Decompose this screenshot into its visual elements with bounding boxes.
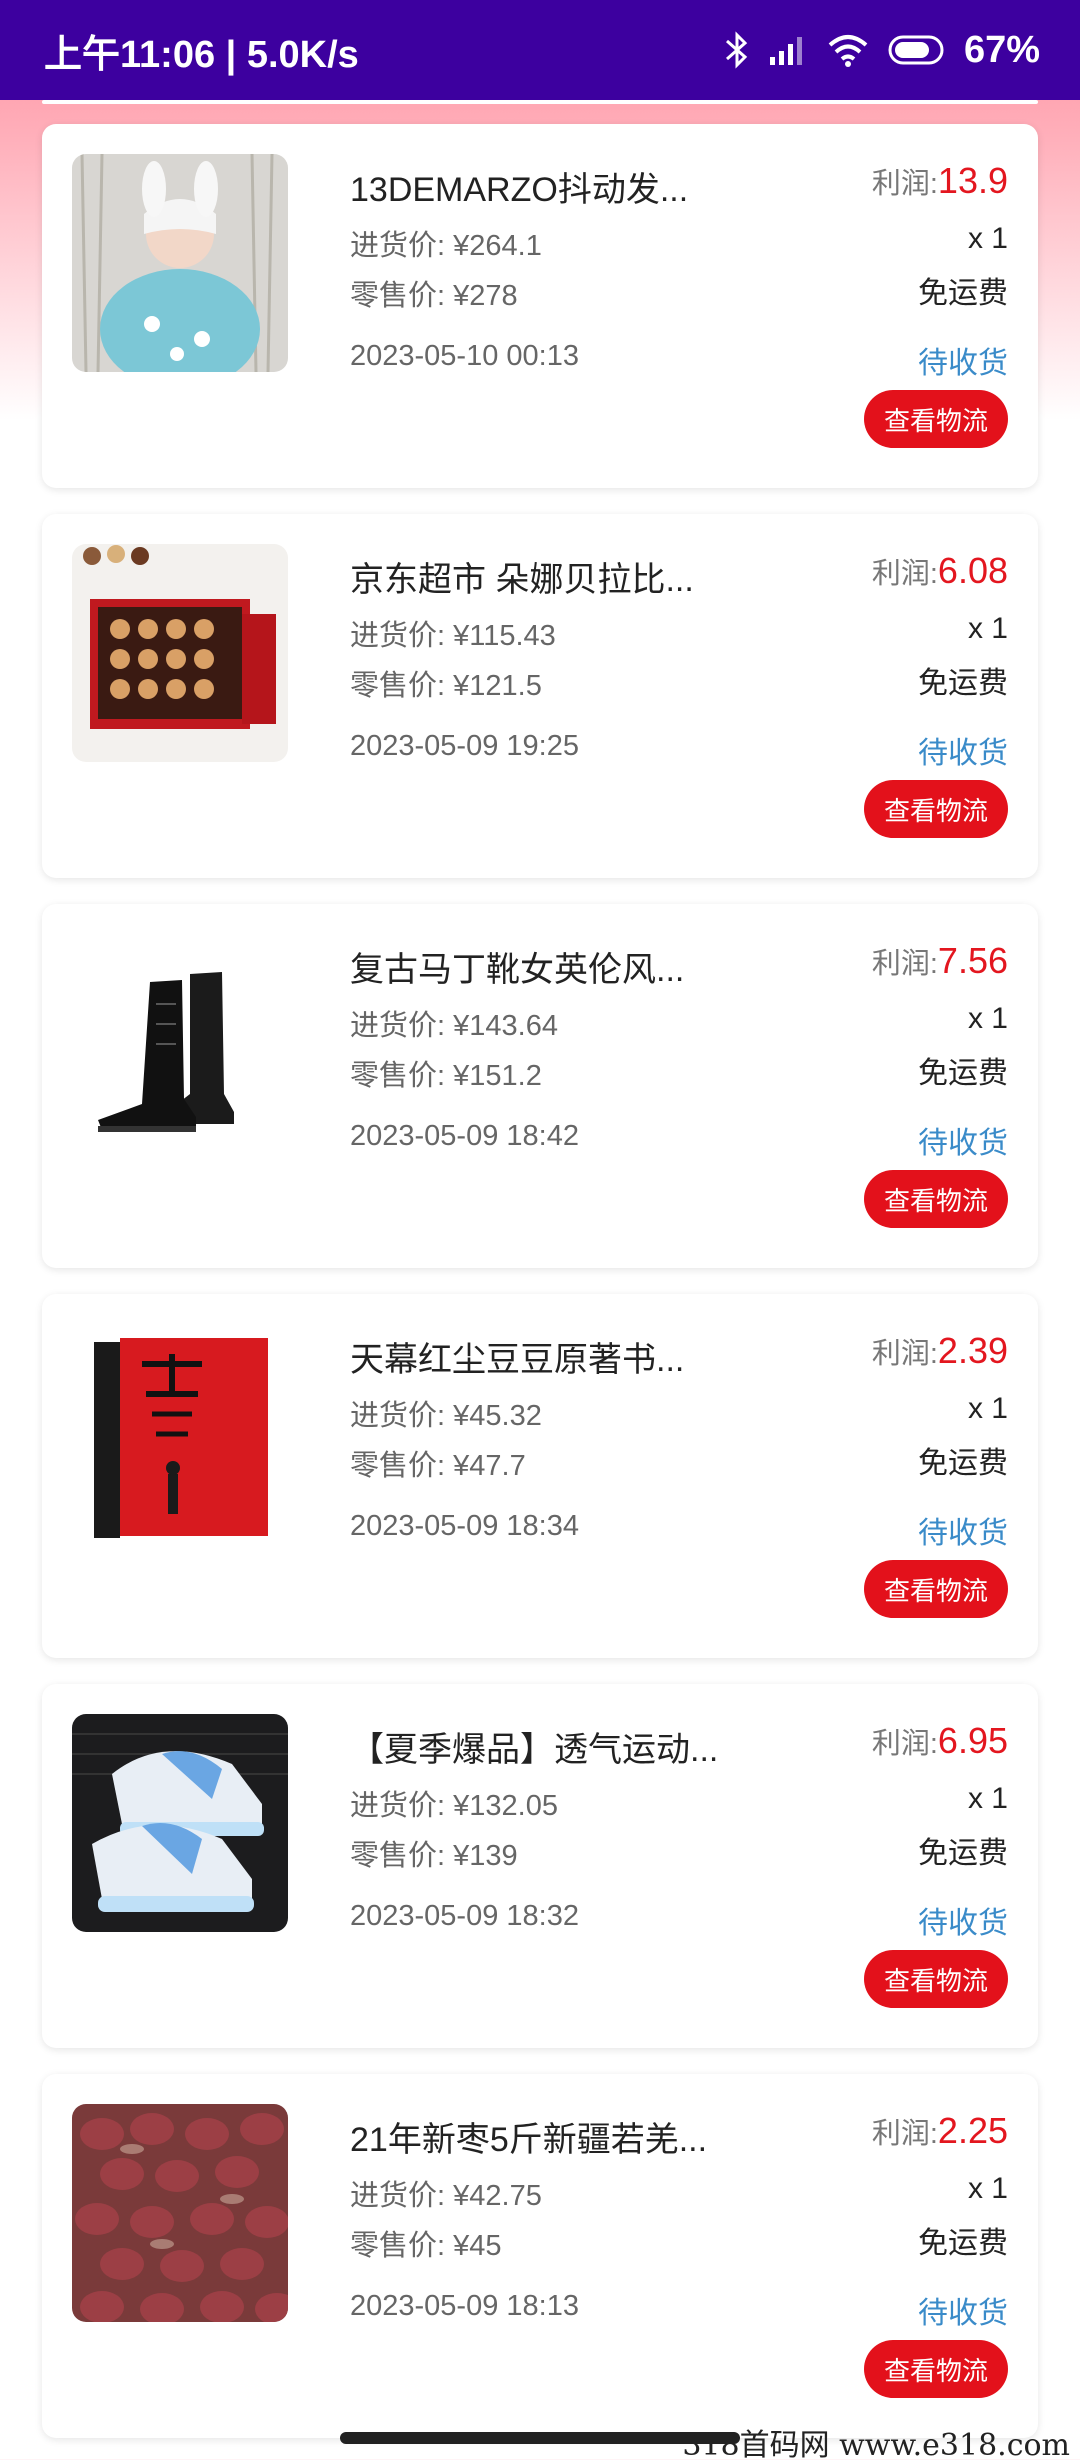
cost-price: 进货价: ¥45.32 [350, 1400, 542, 1432]
profit: 利润:6.08 [871, 550, 1008, 591]
gesture-nav-bar[interactable] [340, 2432, 740, 2444]
profit: 利润:2.39 [871, 1330, 1008, 1371]
retail-price: 零售价: ¥121.5 [350, 670, 542, 702]
shipping-label: 免运费 [918, 277, 1008, 310]
retail-price: 零售价: ¥45 [350, 2230, 502, 2262]
product-image[interactable] [72, 1714, 288, 1932]
product-image[interactable] [72, 1324, 288, 1542]
view-logistics-button[interactable]: 查看物流 [864, 1560, 1008, 1618]
product-image[interactable] [72, 544, 288, 762]
order-card[interactable]: 京东超市 朵娜贝拉比... 进货价: ¥115.43 零售价: ¥121.5 2… [42, 514, 1038, 878]
cost-price: 进货价: ¥132.05 [350, 1790, 558, 1822]
cost-price: 进货价: ¥115.43 [350, 620, 556, 652]
shipping-label: 免运费 [918, 1057, 1008, 1090]
status-bar: 上午11:06 | 5.0K/s 67% [0, 0, 1080, 100]
retail-price: 零售价: ¥139 [350, 1840, 518, 1872]
order-status: 待收货 [918, 2297, 1008, 2330]
product-image[interactable] [72, 2104, 288, 2322]
cost-price: 进货价: ¥264.1 [350, 230, 542, 262]
profit: 利润:13.9 [871, 160, 1008, 201]
quantity: x 1 [967, 222, 1008, 255]
order-date: 2023-05-09 18:42 [350, 1120, 579, 1152]
signal-icon [769, 37, 802, 65]
retail-price: 零售价: ¥278 [350, 280, 518, 312]
cost-price: 进货价: ¥42.75 [350, 2180, 542, 2212]
view-logistics-button[interactable]: 查看物流 [864, 1170, 1008, 1228]
view-logistics-button[interactable]: 查看物流 [864, 2340, 1008, 2398]
view-logistics-button[interactable]: 查看物流 [864, 390, 1008, 448]
product-title: 复古马丁靴女英伦风... [350, 951, 685, 989]
quantity: x 1 [967, 1782, 1008, 1815]
quantity: x 1 [967, 1002, 1008, 1035]
order-status: 待收货 [918, 1907, 1008, 1940]
quantity: x 1 [967, 612, 1008, 645]
status-icons: 67% [724, 29, 1040, 72]
order-card[interactable]: 13DEMARZO抖动发... 进货价: ¥264.1 零售价: ¥278 20… [42, 124, 1038, 488]
battery-percent: 67% [963, 28, 1040, 71]
order-card[interactable]: 天幕红尘豆豆原著书... 进货价: ¥45.32 零售价: ¥47.7 2023… [42, 1294, 1038, 1658]
shipping-label: 免运费 [918, 667, 1008, 700]
profit: 利润:2.25 [871, 2110, 1008, 2151]
order-date: 2023-05-09 19:25 [350, 730, 579, 762]
order-card[interactable]: 【夏季爆品】透气运动... 进货价: ¥132.05 零售价: ¥139 202… [42, 1684, 1038, 2048]
retail-price: 零售价: ¥47.7 [350, 1450, 526, 1482]
status-time-speed: 上午11:06 | 5.0K/s [44, 33, 359, 76]
bluetooth-icon [725, 31, 748, 69]
product-title: 13DEMARZO抖动发... [350, 171, 689, 209]
top-divider [42, 100, 1038, 104]
watermark-text: 318首码网 www.e318.com [682, 2428, 1070, 2460]
wifi-icon [828, 35, 868, 67]
shipping-label: 免运费 [918, 1837, 1008, 1870]
order-date: 2023-05-09 18:34 [350, 1510, 579, 1542]
cost-price: 进货价: ¥143.64 [350, 1010, 558, 1042]
order-date: 2023-05-09 18:32 [350, 1900, 579, 1932]
product-title: 天幕红尘豆豆原著书... [350, 1341, 685, 1379]
profit: 利润:6.95 [871, 1720, 1008, 1761]
battery-icon [888, 35, 944, 65]
shipping-label: 免运费 [918, 1447, 1008, 1480]
view-logistics-button[interactable]: 查看物流 [864, 1950, 1008, 2008]
order-card[interactable]: 复古马丁靴女英伦风... 进货价: ¥143.64 零售价: ¥151.2 20… [42, 904, 1038, 1268]
product-title: 【夏季爆品】透气运动... [350, 1731, 719, 1769]
quantity: x 1 [967, 2172, 1008, 2205]
shipping-label: 免运费 [918, 2227, 1008, 2260]
product-title: 京东超市 朵娜贝拉比... [350, 561, 694, 599]
view-logistics-button[interactable]: 查看物流 [864, 780, 1008, 838]
order-date: 2023-05-09 18:13 [350, 2290, 579, 2322]
order-status: 待收货 [918, 1517, 1008, 1550]
product-image[interactable] [72, 154, 288, 372]
order-status: 待收货 [918, 347, 1008, 380]
retail-price: 零售价: ¥151.2 [350, 1060, 542, 1092]
profit: 利润:7.56 [871, 940, 1008, 981]
order-status: 待收货 [918, 1127, 1008, 1160]
product-title: 21年新枣5斤新疆若羌... [350, 2121, 708, 2159]
order-card[interactable]: 21年新枣5斤新疆若羌... 进货价: ¥42.75 零售价: ¥45 2023… [42, 2074, 1038, 2438]
product-image[interactable] [72, 934, 288, 1152]
order-status: 待收货 [918, 737, 1008, 770]
order-date: 2023-05-10 00:13 [350, 340, 579, 372]
quantity: x 1 [967, 1392, 1008, 1425]
